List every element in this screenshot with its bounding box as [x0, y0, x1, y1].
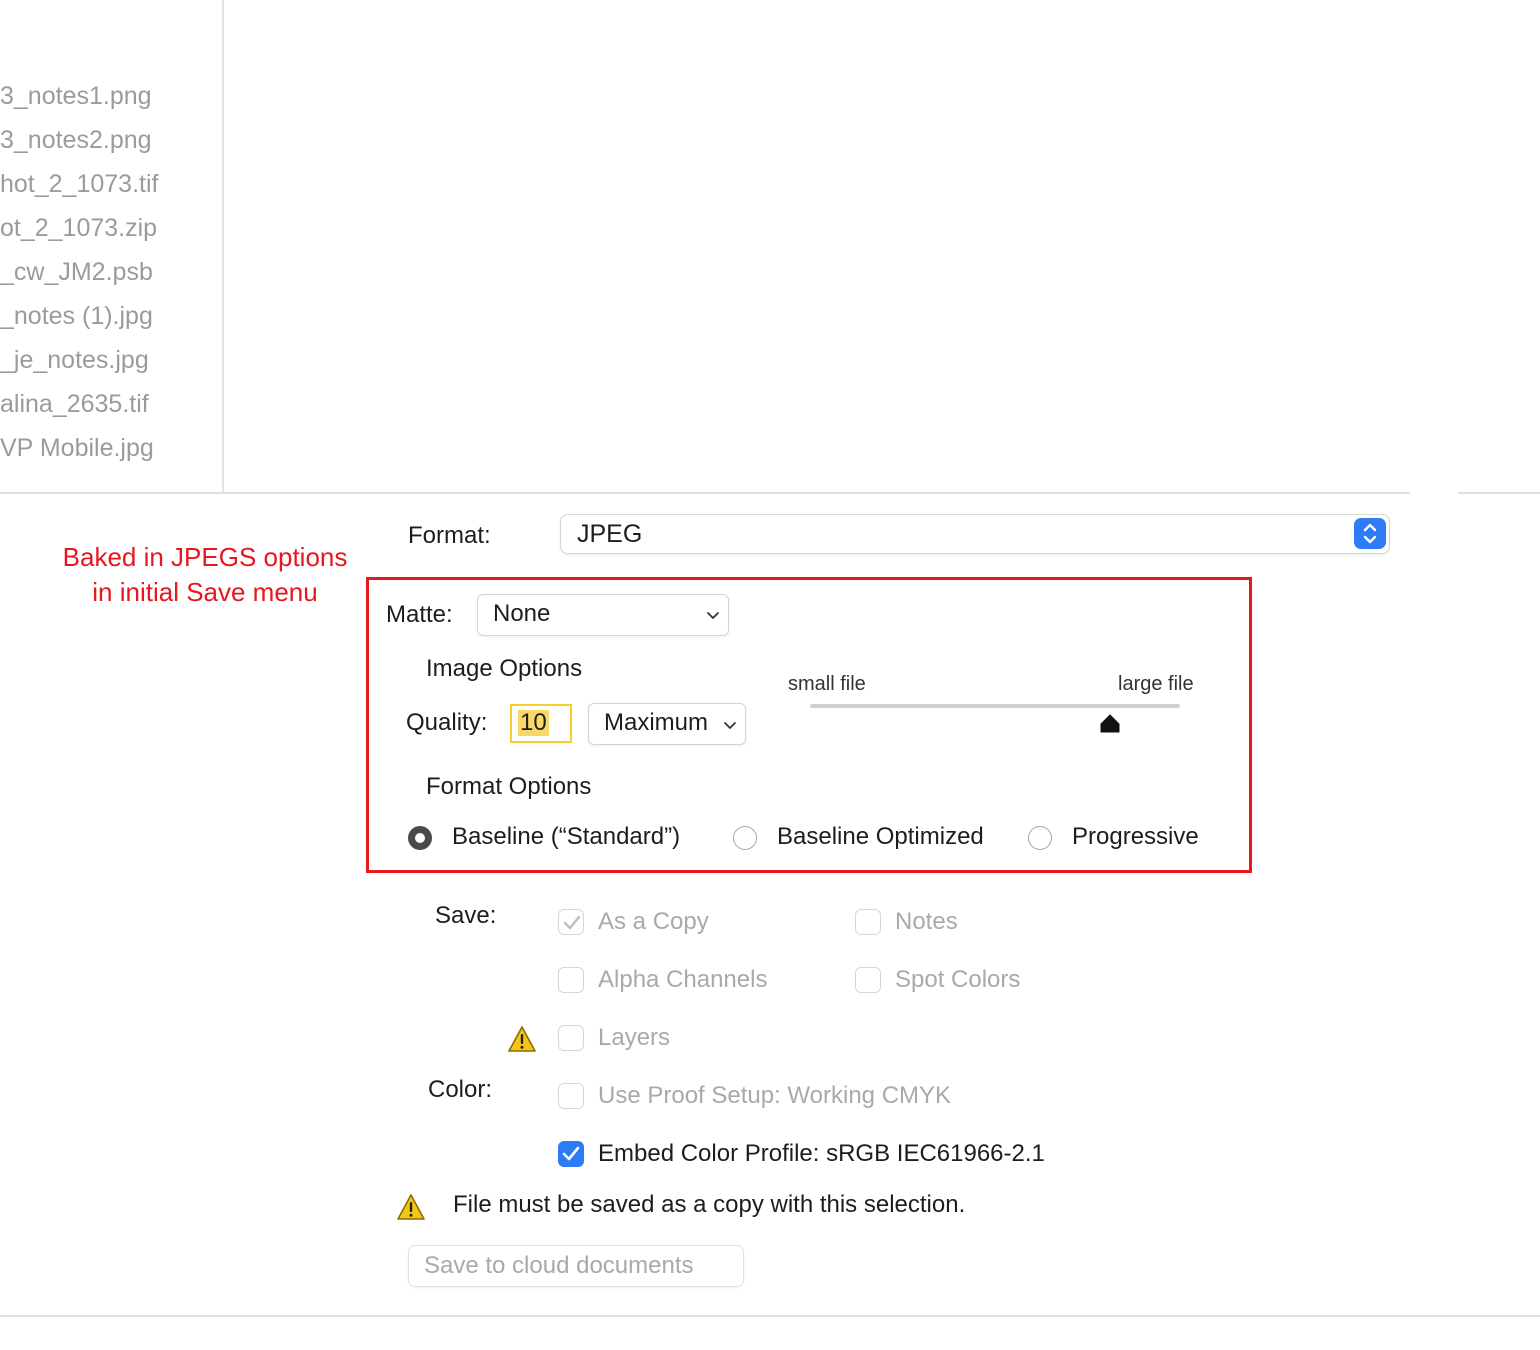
- file-list: 3_notes1.png 3_notes2.png hot_2_1073.tif…: [0, 0, 222, 493]
- notes-label: Notes: [895, 908, 958, 935]
- annotation-line-1: Baked in JPEGS options: [62, 542, 348, 572]
- large-file-label: large file: [1118, 673, 1194, 695]
- use-proof-setup-checkbox[interactable]: [558, 1083, 584, 1109]
- quality-slider-thumb[interactable]: [1100, 714, 1120, 734]
- file-item[interactable]: 3_notes1.png: [0, 82, 152, 111]
- quality-preset-value: Maximum: [604, 709, 709, 736]
- radio-label-baseline-optimized: Baseline Optimized: [777, 823, 984, 850]
- column-divider[interactable]: [222, 0, 224, 493]
- up-down-arrows-icon: [1354, 518, 1386, 549]
- radio-baseline-optimized[interactable]: [733, 826, 757, 850]
- spot-colors-checkbox[interactable]: [855, 967, 881, 993]
- layers-label: Layers: [598, 1024, 671, 1051]
- section-divider: [0, 492, 1410, 494]
- matte-label: Matte:: [386, 601, 453, 628]
- save-label: Save:: [435, 902, 497, 929]
- quality-preset-select[interactable]: Maximum: [588, 703, 746, 745]
- color-label: Color:: [428, 1076, 493, 1103]
- file-item[interactable]: VP Mobile.jpg: [0, 434, 154, 463]
- embed-color-profile-checkbox[interactable]: [558, 1141, 584, 1167]
- as-a-copy-checkbox[interactable]: [558, 909, 584, 935]
- quality-slider-track[interactable]: [810, 704, 1180, 708]
- section-divider: [1458, 492, 1540, 494]
- image-options-heading: Image Options: [426, 655, 583, 682]
- as-a-copy-label: As a Copy: [598, 908, 709, 935]
- save-to-cloud-label: Save to cloud documents: [424, 1252, 694, 1279]
- bottom-divider: [0, 1315, 1540, 1317]
- chevron-down-icon: [724, 722, 736, 729]
- file-item[interactable]: _cw_JM2.psb: [0, 258, 153, 287]
- quality-label: Quality:: [406, 709, 488, 736]
- layers-checkbox[interactable]: [558, 1025, 584, 1051]
- save-to-cloud-button[interactable]: Save to cloud documents: [408, 1245, 744, 1287]
- format-select[interactable]: JPEG: [560, 514, 1390, 554]
- small-file-label: small file: [788, 673, 866, 695]
- annotation-text: Baked in JPEGS options in initial Save m…: [52, 540, 358, 610]
- matte-value: None: [493, 600, 551, 627]
- format-label: Format:: [408, 522, 491, 549]
- quality-input[interactable]: 10: [510, 704, 572, 743]
- notes-checkbox[interactable]: [855, 909, 881, 935]
- format-value: JPEG: [577, 520, 643, 548]
- checkmark-icon: [563, 915, 581, 930]
- quality-value: 10: [518, 709, 549, 736]
- alpha-channels-label: Alpha Channels: [598, 966, 768, 993]
- chevron-down-icon: [707, 612, 719, 619]
- radio-label-progressive: Progressive: [1072, 823, 1199, 850]
- file-item[interactable]: 3_notes2.png: [0, 126, 152, 155]
- embed-color-profile-label: Embed Color Profile: sRGB IEC61966-2.1: [598, 1140, 1045, 1167]
- annotation-line-2: in initial Save menu: [92, 577, 318, 607]
- warning-icon: [397, 1194, 425, 1220]
- file-item[interactable]: alina_2635.tif: [0, 390, 149, 419]
- file-item[interactable]: ot_2_1073.zip: [0, 214, 157, 243]
- radio-label-baseline-standard: Baseline (“Standard”): [452, 823, 681, 850]
- file-item[interactable]: hot_2_1073.tif: [0, 170, 158, 199]
- format-options-heading: Format Options: [426, 773, 592, 800]
- copy-warning-text: File must be saved as a copy with this s…: [453, 1191, 966, 1218]
- spot-colors-label: Spot Colors: [895, 966, 1021, 993]
- alpha-channels-checkbox[interactable]: [558, 967, 584, 993]
- warning-icon: [508, 1026, 536, 1052]
- file-item[interactable]: _je_notes.jpg: [0, 346, 149, 375]
- use-proof-setup-label: Use Proof Setup: Working CMYK: [598, 1082, 952, 1109]
- checkmark-icon: [562, 1146, 580, 1161]
- radio-baseline-standard[interactable]: [408, 826, 432, 850]
- file-item[interactable]: _notes (1).jpg: [0, 302, 153, 331]
- matte-select[interactable]: None: [477, 594, 729, 636]
- radio-progressive[interactable]: [1028, 826, 1052, 850]
